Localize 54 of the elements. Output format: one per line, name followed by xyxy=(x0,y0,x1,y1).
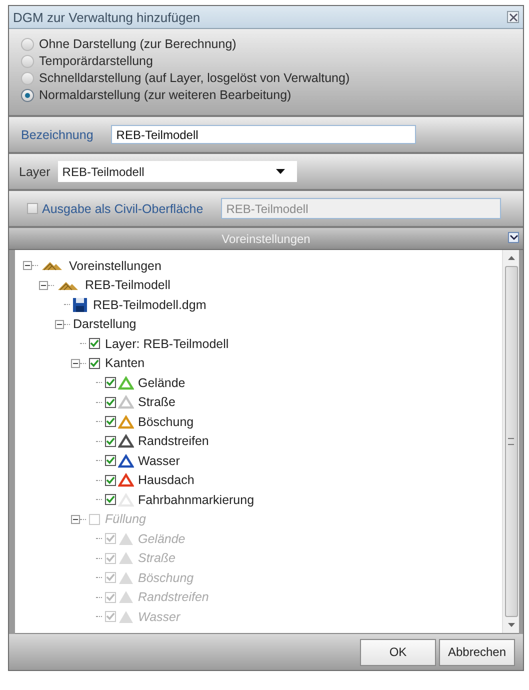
collapse-toggle-icon[interactable] xyxy=(71,358,80,368)
collapse-toggle-icon[interactable] xyxy=(23,261,32,270)
tree-item[interactable]: Gelände xyxy=(138,376,186,390)
layer-dropdown[interactable]: REB-Teilmodell xyxy=(58,161,298,182)
checkbox[interactable] xyxy=(105,377,116,388)
checkbox[interactable] xyxy=(105,416,116,428)
window-title: DGM zur Verwaltung hinzufügen xyxy=(13,10,200,24)
checkbox[interactable] xyxy=(105,474,116,486)
tree-item[interactable]: Fahrbahnmarkierung xyxy=(138,492,254,507)
caret-icon xyxy=(276,169,286,174)
tree-item[interactable]: Layer: REB-Teilmodell xyxy=(105,336,229,351)
checkbox[interactable] xyxy=(89,338,100,350)
radio-button[interactable] xyxy=(21,54,34,68)
close-icon[interactable] xyxy=(507,11,519,23)
tree-item[interactable]: REB-Teilmodell xyxy=(85,278,170,292)
tree-item[interactable]: Randstreifen xyxy=(138,434,209,448)
checkbox[interactable] xyxy=(27,203,38,214)
radio-button[interactable] xyxy=(21,72,34,84)
layer-label: Layer xyxy=(19,164,50,178)
scroll-thumb[interactable] xyxy=(504,266,518,617)
cancel-button[interactable]: Abbrechen xyxy=(439,638,515,666)
section-title: Voreinstellungen xyxy=(222,232,310,246)
radio-label: Temporärdarstellung xyxy=(39,54,153,68)
name-label: Bezeichnung xyxy=(21,128,94,142)
tree-item[interactable]: Hausdach xyxy=(138,473,194,488)
radio-button[interactable] xyxy=(21,38,34,50)
scroll-down-icon[interactable] xyxy=(508,623,514,627)
save-icon xyxy=(73,298,87,312)
radio-button[interactable] xyxy=(21,88,34,102)
radio-label: Schnelldarstellung (auf Layer, losgelöst von Verwaltung) xyxy=(39,71,350,85)
name-field[interactable]: REB-Teilmodell xyxy=(111,125,416,144)
tree-item[interactable]: REB-Teilmodell.dgm xyxy=(93,298,206,312)
terrain-icon xyxy=(57,280,79,291)
tree-item[interactable]: Böschung xyxy=(138,414,194,429)
scrollbar[interactable] xyxy=(502,250,519,633)
scroll-up-icon[interactable] xyxy=(508,256,514,260)
collapse-toggle-icon[interactable] xyxy=(55,320,64,329)
checkbox[interactable] xyxy=(105,494,116,506)
collapse-toggle-icon[interactable] xyxy=(39,280,48,290)
radio-label: Normaldarstellung (zur weiteren Bearbeitung) xyxy=(39,88,292,102)
checkbox[interactable] xyxy=(105,436,116,447)
ok-button[interactable]: OK xyxy=(360,638,436,666)
collapse-icon[interactable] xyxy=(508,232,519,243)
checkbox-label: Ausgabe als Civil-Oberfläche xyxy=(42,202,204,216)
checkbox[interactable] xyxy=(105,396,116,408)
terrain-icon xyxy=(41,260,63,272)
tree-item[interactable]: Darstellung xyxy=(73,317,136,332)
tree-item[interactable]: Voreinstellungen xyxy=(69,258,162,273)
tree-item[interactable]: Kanten xyxy=(105,356,145,370)
tree-item[interactable]: Straße xyxy=(138,395,176,410)
radio-label: Ohne Darstellung (zur Berechnung) xyxy=(39,37,236,51)
checkbox[interactable] xyxy=(105,455,116,466)
tree-item[interactable]: Wasser xyxy=(138,454,180,468)
checkbox[interactable] xyxy=(89,358,100,369)
